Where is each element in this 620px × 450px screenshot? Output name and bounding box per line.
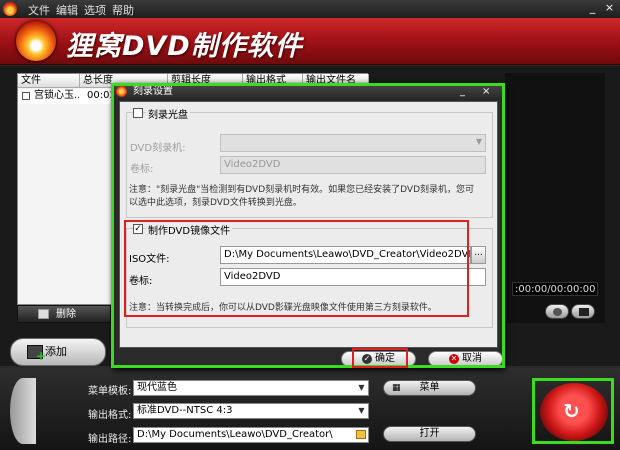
- output-format-label: 输出格式:: [88, 410, 132, 421]
- row-filename: 宫锁心玉...: [34, 90, 79, 101]
- menu-file[interactable]: 文件: [28, 2, 50, 18]
- camera-icon: [579, 308, 589, 316]
- chevron-down-icon: ▼: [355, 381, 368, 395]
- menu-template-value: 现代蓝色: [137, 382, 177, 393]
- menu-button[interactable]: ▦ 菜单: [383, 380, 476, 396]
- snapshot-icon: [553, 308, 562, 316]
- flame-logo-icon: [16, 21, 56, 61]
- column-header-file[interactable]: 文件: [18, 74, 80, 88]
- output-path-input[interactable]: D:\My Documents\Leawo\DVD_Creator\: [133, 427, 369, 443]
- left-decoration: [10, 378, 36, 444]
- menu-button-label: 菜单: [419, 382, 440, 393]
- chevron-down-icon: ▼: [355, 404, 368, 418]
- burn-button-highlight: [532, 378, 614, 444]
- folder-icon[interactable]: [356, 430, 366, 439]
- snapshot-button[interactable]: [545, 304, 569, 319]
- output-path-label: 输出路径:: [88, 434, 132, 445]
- menu-help[interactable]: 帮助: [112, 2, 134, 18]
- menu-edit[interactable]: 编辑: [56, 2, 78, 18]
- menu-options[interactable]: 选项: [84, 2, 106, 18]
- app-title: 狸窝DVD制作软件: [66, 31, 303, 62]
- close-button[interactable]: ×: [602, 2, 617, 15]
- delete-button[interactable]: 删除: [17, 305, 111, 323]
- menu-template-select[interactable]: 现代蓝色 ▼: [133, 380, 369, 396]
- monitor-icon: [38, 309, 49, 319]
- output-path-value: D:\My Documents\Leawo\DVD_Creator\: [137, 429, 333, 440]
- delete-label: 删除: [56, 309, 76, 320]
- output-format-select[interactable]: 标准DVD--NTSC 4:3 ▼: [133, 403, 369, 419]
- open-folder-button[interactable]: 打开: [383, 426, 476, 442]
- ok-button-highlight: [352, 348, 408, 368]
- film-add-icon: +: [27, 345, 46, 362]
- grid-icon: ▦: [392, 383, 401, 393]
- menu-template-label: 菜单模板:: [88, 386, 132, 397]
- row-checkbox[interactable]: [22, 92, 30, 100]
- add-label: 添加: [45, 345, 67, 358]
- minimize-button[interactable]: _: [585, 2, 600, 15]
- folder-preview-button[interactable]: [571, 304, 595, 319]
- iso-section-highlight: [124, 220, 469, 317]
- timecode-display: :00:00/00:00:00: [512, 282, 598, 296]
- output-format-value: 标准DVD--NTSC 4:3: [137, 405, 233, 416]
- app-flame-icon: [3, 2, 17, 16]
- add-file-button[interactable]: + 添加: [10, 338, 106, 366]
- menu-bar: 文件 编辑 选项 帮助 _ ×: [0, 0, 620, 18]
